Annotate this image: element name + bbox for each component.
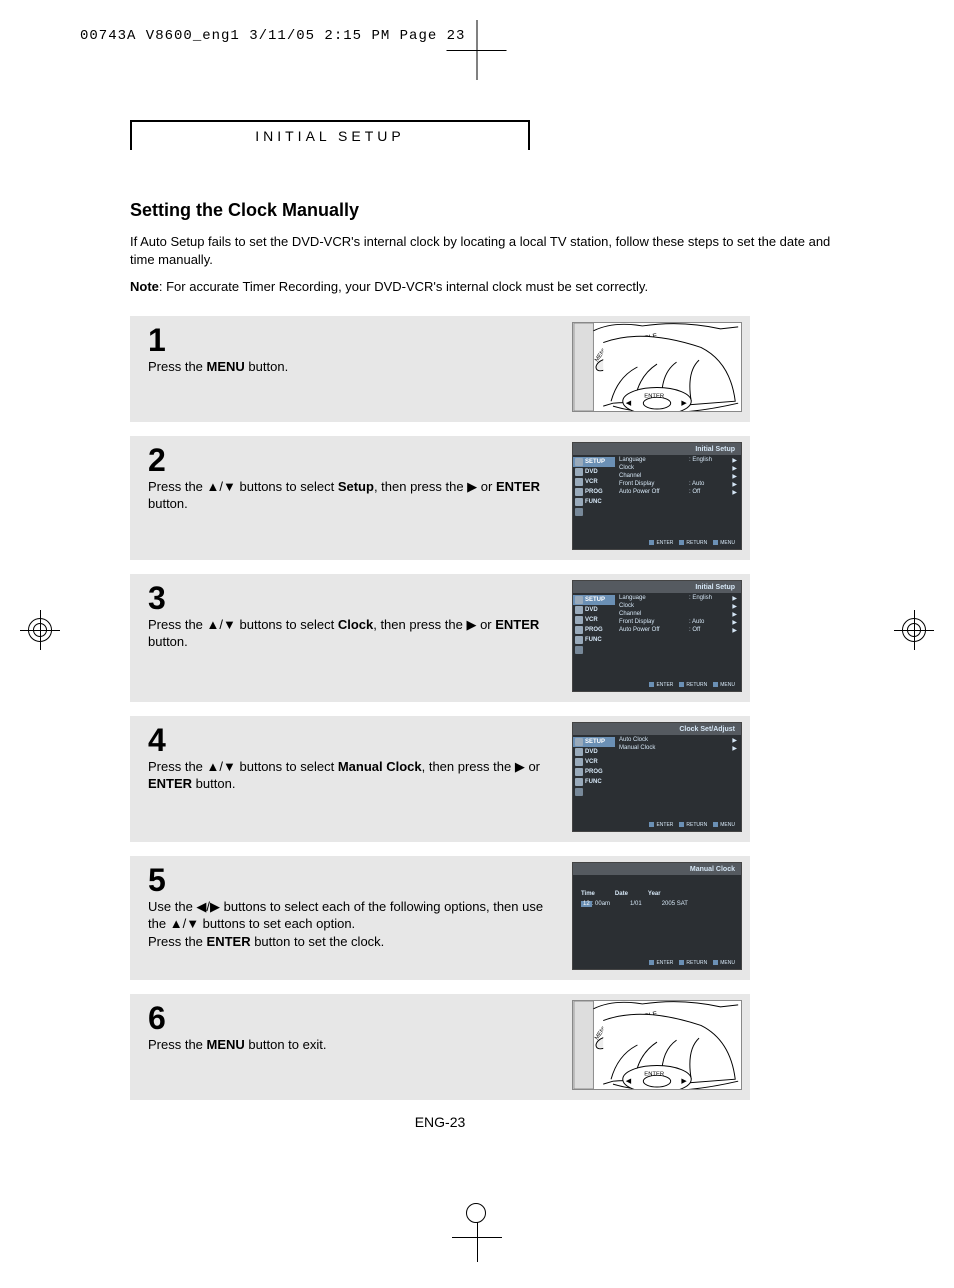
osd-side-item: VCR [573, 615, 615, 625]
section-header-box: INITIAL SETUP [130, 120, 530, 150]
osd-footer-hint: ENTER [649, 960, 673, 966]
osd-main: Language: English▶Clock▶Channel▶Front Di… [615, 455, 741, 519]
page-number: ENG-23 [130, 1114, 750, 1130]
svg-text:◀: ◀ [626, 400, 632, 407]
section-header: INITIAL SETUP [255, 128, 405, 144]
registration-mark-left [20, 610, 60, 650]
crop-mark-bottom [452, 1212, 502, 1258]
osd-menu-row: Auto Power Off: Off▶ [619, 627, 737, 635]
steps-list: 1 Press the MENU button. SUBTITLE MENU E… [130, 316, 854, 1100]
step-text: Press the ▲/▼ buttons to select Clock, t… [148, 616, 562, 651]
crop-mark-top [477, 20, 478, 80]
osd-footer-hint: ENTER [649, 822, 673, 828]
osd-side-item: DVD [573, 467, 615, 477]
osd-screenshot-manual-clock: Manual Clock Time Date Year 12: 00am 1/0… [572, 862, 742, 970]
note-label: Note [130, 279, 159, 294]
osd-sidebar: SETUPDVDVCRPROGFUNC [573, 735, 615, 799]
osd-menu-row: Channel▶ [619, 473, 737, 481]
step-text: Press the ▲/▼ buttons to select Setup, t… [148, 478, 562, 513]
osd-side-item: VCR [573, 477, 615, 487]
osd-footer-hint: RETURN [679, 960, 707, 966]
page-title: Setting the Clock Manually [130, 200, 854, 221]
osd-footer-hint: MENU [713, 682, 735, 688]
osd-footer: ENTER RETURN MENU [573, 820, 741, 830]
osd-main: Auto Clock▶Manual Clock▶ [615, 735, 741, 799]
osd-footer-hint: RETURN [679, 540, 707, 546]
osd-sidebar: SETUPDVDVCRPROGFUNC [573, 593, 615, 657]
step-number: 6 [148, 1002, 562, 1034]
intro-paragraph: If Auto Setup fails to set the DVD-VCR's… [130, 233, 854, 268]
svg-text:▶: ▶ [681, 400, 687, 407]
osd-menu-row: Auto Clock▶ [619, 737, 737, 745]
osd-menu-row: Manual Clock▶ [619, 745, 737, 753]
osd-menu-row: Front Display: Auto▶ [619, 481, 737, 489]
osd-footer: ENTER RETURN MENU [573, 538, 741, 548]
step-number: 2 [148, 444, 562, 476]
osd-screenshot-clock-set: Clock Set/Adjust SETUPDVDVCRPROGFUNC Aut… [572, 722, 742, 832]
osd-sidebar: SETUPDVDVCRPROGFUNC [573, 455, 615, 519]
step-text: Press the MENU button. [148, 358, 562, 376]
print-job-header: 00743A V8600_eng1 3/11/05 2:15 PM Page 2… [80, 28, 465, 44]
osd-menu-row: Auto Power Off: Off▶ [619, 489, 737, 497]
step-text: Press the MENU button to exit. [148, 1036, 562, 1054]
step-text: Press the ▲/▼ buttons to select Manual C… [148, 758, 562, 793]
osd-menu-row: Clock▶ [619, 465, 737, 473]
step-2: 2 Press the ▲/▼ buttons to select Setup,… [130, 436, 750, 560]
osd-footer-hint: RETURN [679, 682, 707, 688]
osd-side-item: PROG [573, 625, 615, 635]
step-number: 4 [148, 724, 562, 756]
osd-footer-hint: RETURN [679, 822, 707, 828]
remote-illustration: SUBTITLE MENU ENTER ◀ ▶ [572, 322, 742, 412]
osd-footer: ENTER RETURN MENU [573, 680, 741, 690]
osd-menu-row: Front Display: Auto▶ [619, 619, 737, 627]
osd-side-item: PROG [573, 487, 615, 497]
osd-menu-row: Language: English▶ [619, 595, 737, 603]
osd-footer-hint: MENU [713, 540, 735, 546]
osd-menu-row: Channel▶ [619, 611, 737, 619]
osd-menu-row: Clock▶ [619, 603, 737, 611]
osd-side-item: SETUP [573, 457, 615, 467]
step-1: 1 Press the MENU button. SUBTITLE MENU E… [130, 316, 750, 422]
osd-footer-hint: ENTER [649, 540, 673, 546]
osd-side-item: SETUP [573, 595, 615, 605]
step-number: 5 [148, 864, 562, 896]
step-3: 3 Press the ▲/▼ buttons to select Clock,… [130, 574, 750, 702]
osd-side-item: PROG [573, 767, 615, 777]
page-content: INITIAL SETUP Setting the Clock Manually… [130, 120, 854, 1130]
step-number: 1 [148, 324, 562, 356]
svg-text:◀: ◀ [626, 1078, 632, 1085]
step-6: 6 Press the MENU button to exit. SUBTITL… [130, 994, 750, 1100]
step-5: 5 Use the ◀/▶ buttons to select each of … [130, 856, 750, 980]
osd-side-item: SETUP [573, 737, 615, 747]
step-text: Use the ◀/▶ buttons to select each of th… [148, 898, 562, 951]
osd-main: Time Date Year 12: 00am 1/01 2005 SAT [573, 875, 741, 911]
osd-side-item: FUNC [573, 497, 615, 507]
osd-side-item: VCR [573, 757, 615, 767]
step-number: 3 [148, 582, 562, 614]
osd-screenshot-initial-setup: Initial Setup SETUPDVDVCRPROGFUNC Langua… [572, 442, 742, 550]
osd-footer-hint: MENU [713, 960, 735, 966]
step-4: 4 Press the ▲/▼ buttons to select Manual… [130, 716, 750, 842]
osd-side-item: DVD [573, 605, 615, 615]
remote-illustration: SUBTITLE MENU ENTER ◀ ▶ [572, 1000, 742, 1090]
osd-side-item: DVD [573, 747, 615, 757]
osd-main: Language: English▶Clock▶Channel▶Front Di… [615, 593, 741, 657]
svg-text:▶: ▶ [681, 1078, 687, 1085]
osd-footer-hint: ENTER [649, 682, 673, 688]
note-paragraph: Note: For accurate Timer Recording, your… [130, 278, 854, 296]
osd-footer-hint: MENU [713, 822, 735, 828]
osd-menu-row: Language: English▶ [619, 457, 737, 465]
registration-mark-right [894, 610, 934, 650]
osd-side-item: FUNC [573, 635, 615, 645]
osd-footer: ENTER RETURN MENU [573, 958, 741, 968]
osd-screenshot-initial-setup-clock: Initial Setup SETUPDVDVCRPROGFUNC Langua… [572, 580, 742, 692]
osd-side-item: FUNC [573, 777, 615, 787]
